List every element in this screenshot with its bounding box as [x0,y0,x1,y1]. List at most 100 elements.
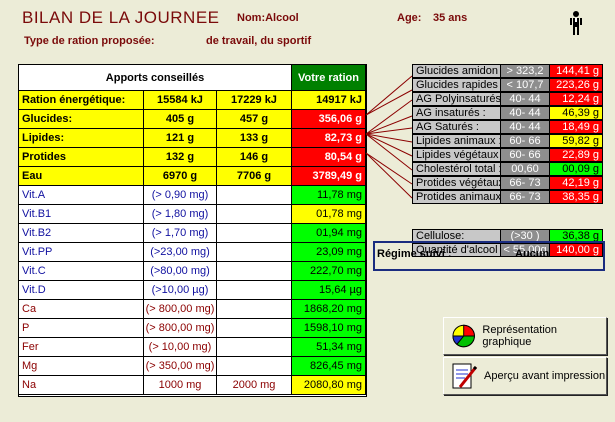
print-preview-button[interactable]: Aperçu avant impression [443,357,607,395]
ration-type-value: de travail, du sportif [206,35,312,47]
detail-val: 00,09 g [549,162,603,176]
print-preview-button-label: Aperçu avant impression [484,370,606,382]
detail-ref: 66- 73 [500,176,550,190]
row-14-max [217,357,292,376]
detail-label: AG Polyinsaturés: [412,92,501,106]
row-2-val: 82,73 g [292,129,366,148]
row-3-label: Protides [19,148,144,167]
row-14-val: 826,45 mg [292,357,366,376]
detail-ref: < 107,7 [500,78,550,92]
row-11-max [217,300,292,319]
row-3-min: 132 g [144,148,217,167]
row-7-val: 01,94 mg [292,224,366,243]
row-2-label: Lipides: [19,129,144,148]
row-7-label: Vit.B2 [19,224,144,243]
row-1-max: 457 g [217,110,292,129]
detail-row: AG insaturés :40- 44 46,39 g [412,106,603,120]
detail-val: 223,26 g [549,78,603,92]
detail-ref: 00,60 [500,162,550,176]
row-4-val: 3789,49 g [292,167,366,186]
detail-ref: 60- 66 [500,134,550,148]
row-6-min: (> 1,80 mg) [144,205,217,224]
row-5-max [217,186,292,205]
detail-label: Lipides végétaux [412,148,501,162]
row-0-min: 15584 kJ [144,91,217,110]
detail-label: Protides animaux [412,190,501,204]
detail-val: 42,19 g [549,176,603,190]
row-10-min: (>10,00 µg) [144,281,217,300]
row-3-val: 80,54 g [292,148,366,167]
detail-ref: > 323,2 [500,64,550,78]
age-value: 35 ans [433,12,468,24]
detail-label: Cholestérol total : [412,162,501,176]
detail-row: Cholestérol total :00,60 00,09 g [412,162,603,176]
ration-type-label: Type de ration proposée: [24,35,155,47]
detail-label: Glucides amidon [412,64,501,78]
row-3-max: 146 g [217,148,292,167]
row-12-label: P [19,319,144,338]
row-14-label: Mg [19,357,144,376]
apports-header: Apports conseillés [19,65,292,91]
connector-lines [365,75,413,199]
row-8-label: Vit.PP [19,243,144,262]
votre-ration-header: Votre ration [292,65,366,91]
row-15-max: 2000 mg [217,376,292,395]
detail-ref: 40- 44 [500,106,550,120]
row-9-label: Vit.C [19,262,144,281]
detail-row: Protides animaux 66- 73 38,35 g [412,190,603,204]
detail-val: 46,39 g [549,106,603,120]
detail-ref: 60- 66 [500,148,550,162]
detail-ref: 40- 44 [500,92,550,106]
age-label: Age: [397,12,422,24]
row-9-min: (>80,00 mg) [144,262,217,281]
row-0-label: Ration énergétique: [19,91,144,110]
row-10-max [217,281,292,300]
row-11-val: 1868,20 mg [292,300,366,319]
row-15-label: Na [19,376,144,395]
row-6-label: Vit.B1 [19,205,144,224]
row-5-val: 11,78 mg [292,186,366,205]
detail-label: Protides végétaux [412,176,501,190]
row-0-val: 14917 kJ [292,91,366,110]
row-4-label: Eau [19,167,144,186]
detail-label: AG insaturés : [412,106,501,120]
row-4-max: 7706 g [217,167,292,186]
detail-val: 144,41 g [549,64,603,78]
row-15-val: 2080,80 mg [292,376,366,395]
graph-button[interactable]: Représentation graphique [443,317,607,355]
row-13-val: 51,34 mg [292,338,366,357]
detail-row: Glucides amidon > 323,2 144,41 g [412,64,603,78]
detail-val: 18,49 g [549,120,603,134]
row-12-val: 1598,10 mg [292,319,366,338]
row-9-val: 222,70 mg [292,262,366,281]
row-6-val: 01,78 mg [292,205,366,224]
row-12-min: (> 800,00 mg) [144,319,217,338]
row-6-max [217,205,292,224]
row-13-min: (> 10,00 mg) [144,338,217,357]
row-1-min: 405 g [144,110,217,129]
row-11-min: (> 800,00 mg) [144,300,217,319]
row-5-min: (> 0,90 mg) [144,186,217,205]
row-2-min: 121 g [144,129,217,148]
row-15-min: 1000 mg [144,376,217,395]
detail-val: 38,35 g [549,190,603,204]
detail-label: Glucides rapides [412,78,501,92]
nom-value: Alcool [265,12,299,24]
detail-ref: 66- 73 [500,190,550,204]
row-10-val: 15,64 µg [292,281,366,300]
detail-row: Protides végétaux 66- 73 42,19 g [412,176,603,190]
row-1-val: 356,06 g [292,110,366,129]
regime-label: Régime suivi : [377,248,452,260]
detail-label: AG Saturés : [412,120,501,134]
regime-box: Régime suivi : Aucun [373,241,605,271]
row-13-max [217,338,292,357]
print-preview-icon [452,363,478,389]
row-11-label: Ca [19,300,144,319]
row-8-min: (>23,00 mg) [144,243,217,262]
row-10-label: Vit.D [19,281,144,300]
row-7-min: (> 1,70 mg) [144,224,217,243]
detail-val: 12,24 g [549,92,603,106]
detail-val: 22,89 g [549,148,603,162]
page-title: BILAN DE LA JOURNEE [22,8,220,27]
detail-row: AG Saturés :40- 44 18,49 g [412,120,603,134]
